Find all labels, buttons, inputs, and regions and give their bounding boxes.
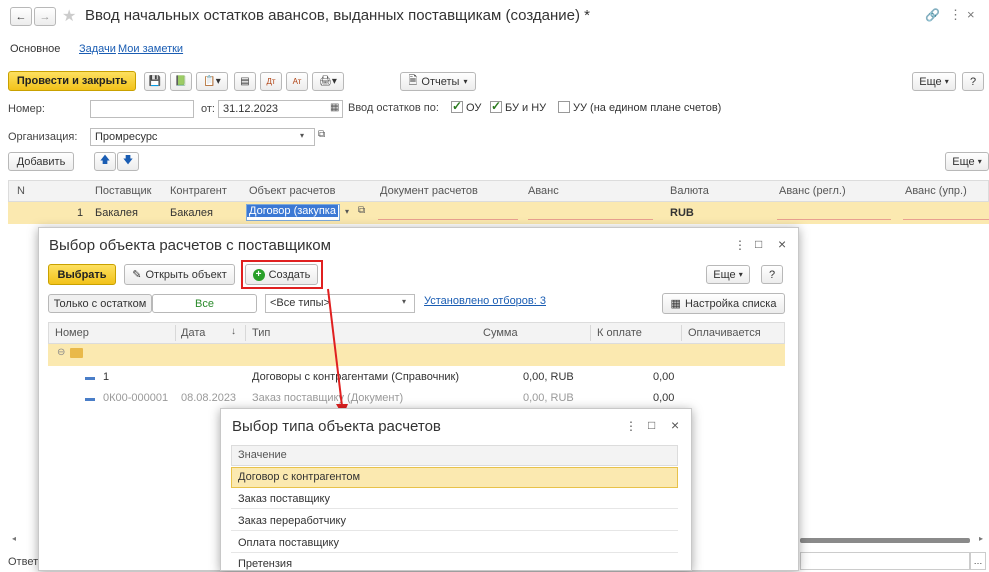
list-item-label: Заказ переработчику — [238, 515, 346, 527]
col-value[interactable]: Значение — [238, 449, 287, 461]
list-item-label: Претензия — [238, 558, 293, 570]
dialog2-title: Выбор типа объекта расчетов — [232, 418, 441, 435]
dialog2-table-header — [231, 445, 678, 466]
list-item-label: Заказ поставщику — [238, 493, 330, 505]
select-type-dialog: Выбор типа объекта расчетов ⋮ □ × Значен… — [220, 408, 692, 571]
maximize-icon[interactable]: □ — [648, 418, 655, 432]
close-icon[interactable]: × — [671, 417, 679, 433]
list-item-label: Договор с контрагентом — [238, 471, 361, 483]
list-item-label: Оплата поставщику — [238, 537, 339, 549]
list-item[interactable] — [231, 554, 678, 572]
more-vertical-icon[interactable]: ⋮ — [625, 419, 637, 433]
